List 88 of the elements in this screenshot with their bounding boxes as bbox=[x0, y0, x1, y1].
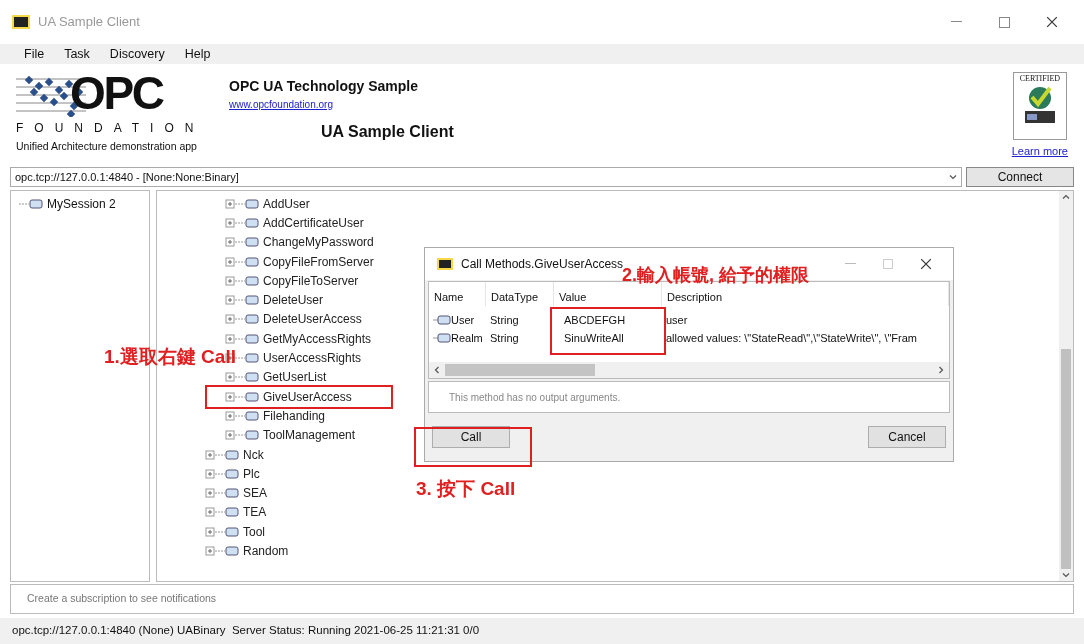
tree-connector-icon bbox=[433, 333, 451, 343]
tree-connector-icon bbox=[225, 197, 259, 210]
minimize-icon bbox=[950, 21, 962, 23]
tree-item[interactable]: Plc bbox=[243, 464, 260, 483]
header-subtitle: UA Sample Client bbox=[321, 122, 454, 142]
window-title: UA Sample Client bbox=[38, 13, 140, 32]
table-cell-text: user bbox=[666, 312, 688, 328]
table-cell-text: User bbox=[451, 312, 475, 328]
connect-button[interactable]: Connect bbox=[966, 167, 1074, 187]
header-title: OPC UA Technology Sample bbox=[229, 77, 420, 96]
menu-item[interactable]: Discovery bbox=[109, 44, 165, 64]
tree-connector-icon bbox=[225, 255, 259, 268]
tree-item[interactable]: ToolManagement bbox=[263, 426, 356, 445]
tree-connector-icon bbox=[225, 236, 259, 249]
tree-connector-icon bbox=[225, 216, 259, 229]
dialog-title: Call Methods.GiveUserAccess bbox=[461, 256, 624, 271]
logo-subtitle: FOUNDATION bbox=[16, 122, 206, 134]
table-cell-text: allowed values: \"StateRead\",\"StateWrite\", \"Fram bbox=[666, 330, 918, 346]
dropdown-icon bbox=[949, 173, 957, 181]
session-item[interactable]: MySession 2 bbox=[47, 195, 116, 213]
table-cell[interactable]: SinuWriteAll bbox=[564, 329, 624, 347]
tree-item[interactable]: CopyFileFromServer bbox=[263, 252, 374, 271]
tree-connector-icon bbox=[225, 371, 259, 384]
table-cell-text: String bbox=[490, 312, 519, 328]
tree-item[interactable]: UserAccessRights bbox=[263, 349, 362, 367]
scroll-up-icon bbox=[1062, 193, 1070, 201]
badge-text: CERTIFIED bbox=[1019, 75, 1061, 83]
tree-item[interactable]: Random bbox=[243, 542, 289, 560]
tree-item[interactable]: DeleteUserAccess bbox=[263, 310, 362, 329]
tree-item[interactable]: AddCertificateUser bbox=[263, 213, 364, 232]
tree-connector-icon bbox=[205, 545, 239, 557]
scroll-right-icon bbox=[937, 366, 945, 374]
server-url-field[interactable]: opc.tcp://127.0.0.1:4840 - [None:None:Binary] bbox=[10, 167, 962, 187]
tree-item[interactable]: GiveUserAccess bbox=[263, 387, 352, 406]
dialog-button[interactable]: Cancel bbox=[868, 426, 946, 448]
dialog-button[interactable]: Call bbox=[432, 426, 510, 448]
tree-item[interactable]: Filehanding bbox=[263, 406, 326, 425]
column-header[interactable]: Name bbox=[429, 282, 486, 306]
tree-connector-icon bbox=[205, 525, 239, 538]
annotation-text: 1.選取右鍵 Call bbox=[104, 345, 236, 369]
output-message: This method has no output arguments. bbox=[449, 390, 621, 405]
menu-item[interactable]: Task bbox=[64, 44, 90, 64]
tagline: Unified Architecture demonstration app bbox=[16, 139, 198, 154]
tree-item[interactable]: AddUser bbox=[263, 194, 310, 213]
tree-connector-icon bbox=[433, 315, 451, 325]
tree-connector-icon bbox=[205, 448, 239, 461]
vertical-scrollbar[interactable] bbox=[1059, 191, 1073, 581]
tree-connector-icon bbox=[19, 198, 43, 210]
horizontal-scrollbar[interactable] bbox=[429, 362, 949, 378]
status-text: opc.tcp://127.0.0.1:4840 (None) UABinary Server Status: Running 2021-06-25 11:21:31 0/0 bbox=[12, 623, 480, 639]
notifications-hint: Create a subscription to see notifications bbox=[27, 591, 217, 607]
tree-connector-icon bbox=[225, 294, 259, 307]
close-icon bbox=[1046, 16, 1058, 28]
column-header[interactable]: DataType bbox=[486, 282, 554, 306]
scroll-left-icon bbox=[433, 366, 441, 374]
tree-connector-icon bbox=[225, 332, 259, 345]
tree-connector-icon bbox=[225, 429, 259, 442]
tree-item[interactable]: TEA bbox=[243, 503, 267, 522]
annotation-text: 3. 按下 Call bbox=[416, 477, 516, 501]
tree-connector-icon bbox=[225, 390, 259, 403]
tree-item[interactable]: SEA bbox=[243, 484, 267, 503]
app-logo-icon bbox=[12, 15, 30, 29]
tree-item[interactable]: Tool bbox=[243, 522, 265, 541]
tree-connector-icon bbox=[205, 506, 239, 519]
tree-item[interactable]: CopyFileToServer bbox=[263, 271, 359, 290]
menu-item[interactable]: File bbox=[24, 44, 45, 64]
tree-item[interactable]: GetMyAccessRights bbox=[263, 329, 372, 348]
tree-item[interactable]: Nck bbox=[243, 445, 264, 464]
tree-item[interactable]: DeleteUser bbox=[263, 291, 324, 310]
website-link[interactable]: www.opcfoundation.org bbox=[229, 97, 454, 112]
menu-item[interactable]: Help bbox=[184, 44, 211, 64]
table-cell[interactable]: ABCDEFGH bbox=[564, 311, 626, 329]
tree-connector-icon bbox=[225, 274, 259, 287]
tree-connector-icon bbox=[225, 409, 259, 422]
close-icon bbox=[920, 258, 932, 270]
learn-more-link[interactable]: Learn more bbox=[1011, 143, 1068, 160]
tree-connector-icon bbox=[205, 467, 239, 480]
tree-connector-icon bbox=[205, 487, 239, 500]
tree-connector-icon bbox=[225, 313, 259, 326]
scroll-down-icon bbox=[1062, 571, 1070, 579]
app-logo-icon bbox=[437, 258, 453, 270]
tree-item[interactable]: GetUserList bbox=[263, 368, 327, 387]
minimize-icon bbox=[844, 263, 856, 265]
mini-logo-icon bbox=[1024, 111, 1055, 123]
table-cell-text: String bbox=[490, 330, 519, 346]
logo-text: OPC bbox=[70, 70, 163, 116]
tree-item[interactable]: ChangeMyPassword bbox=[263, 233, 374, 252]
table-cell-text: Realm bbox=[451, 330, 483, 346]
